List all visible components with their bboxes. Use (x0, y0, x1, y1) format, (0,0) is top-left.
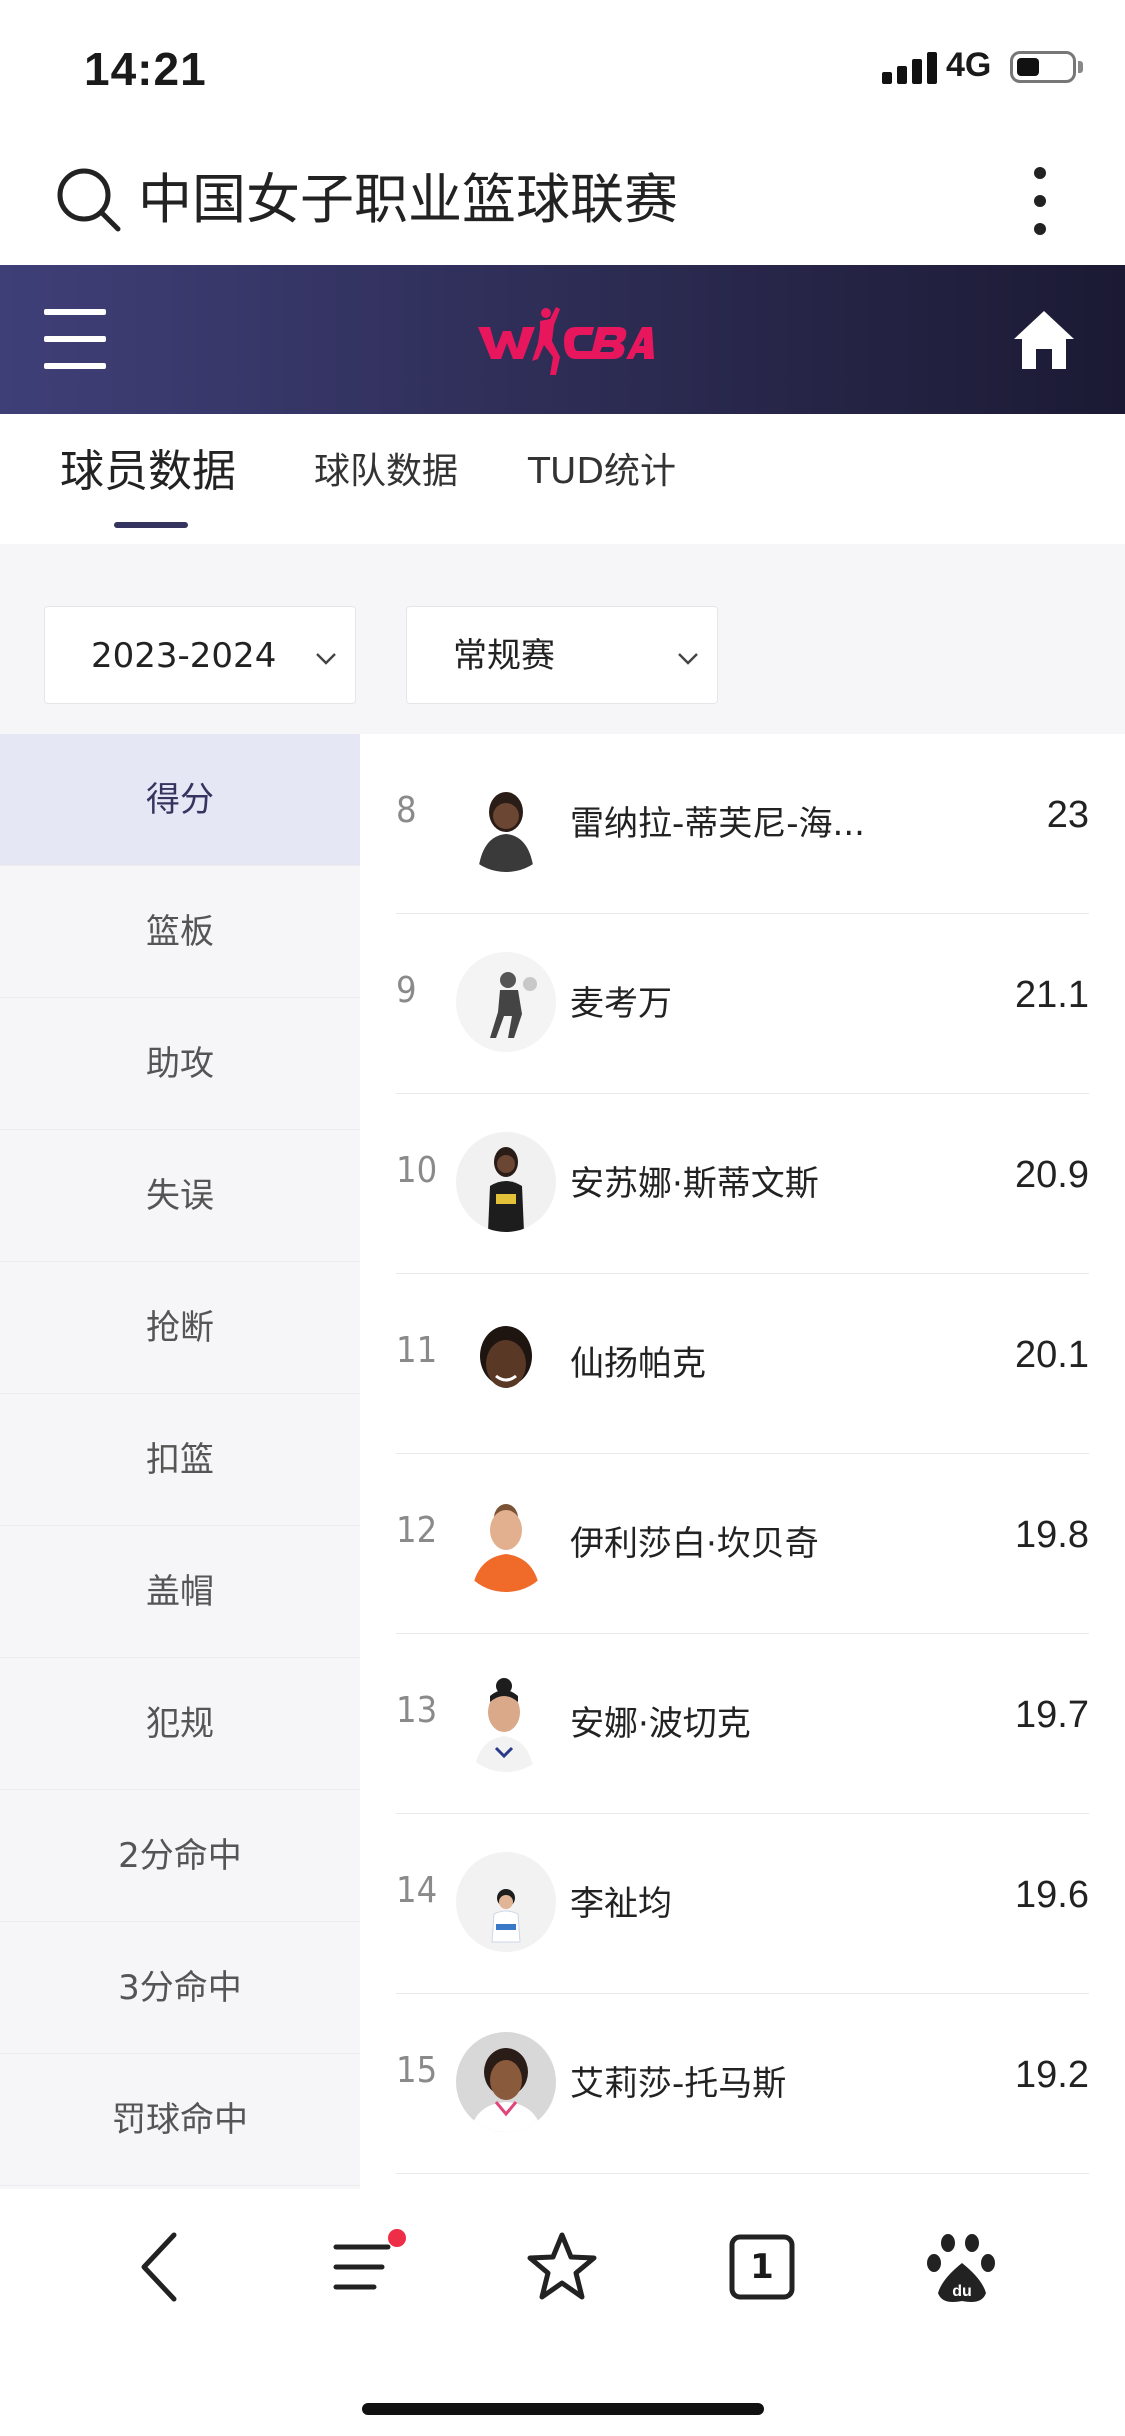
player-avatar (456, 952, 556, 1052)
stats-tabs: 球员数据 球队数据 TUD统计 (0, 414, 1125, 544)
player-avatar (456, 1492, 556, 1592)
rank-number: 9 (396, 970, 417, 1011)
stat-value: 19.8 (1015, 1514, 1089, 1556)
stat-value: 19.2 (1015, 2054, 1089, 2096)
category-blocks[interactable]: 盖帽 (0, 1526, 360, 1658)
hamburger-menu-icon[interactable] (44, 307, 106, 371)
rank-number: 8 (396, 790, 417, 831)
stat-value: 20.9 (1015, 1154, 1089, 1196)
chevron-down-icon (316, 653, 336, 665)
chevron-down-icon (678, 653, 698, 665)
rank-number: 10 (396, 1150, 438, 1191)
player-avatar (456, 1852, 556, 1952)
table-row[interactable]: 14 李祉均 19.6 (396, 1814, 1089, 1994)
player-name: 麦考万 (570, 984, 672, 1024)
home-icon[interactable] (1012, 309, 1076, 371)
rank-number: 14 (396, 1870, 438, 1911)
table-row[interactable]: 15 艾莉莎-托马斯 19.2 (396, 1994, 1089, 2174)
battery-tip (1078, 61, 1083, 73)
tab-player-stats[interactable]: 球员数据 (60, 442, 236, 502)
table-row[interactable]: 8 雷纳拉-蒂芙尼-海... 23 (396, 734, 1089, 914)
search-icon[interactable] (54, 165, 124, 235)
table-row[interactable]: 12 伊利莎白·坎贝奇 19.8 (396, 1454, 1089, 1634)
wcba-logo[interactable] (476, 301, 654, 381)
category-steals[interactable]: 抢断 (0, 1262, 360, 1394)
rank-number: 15 (396, 2050, 438, 2091)
player-avatar (456, 772, 556, 872)
notification-dot (388, 2229, 406, 2247)
site-header (0, 265, 1125, 414)
category-turnovers[interactable]: 失误 (0, 1130, 360, 1262)
search-input[interactable]: 中国女子职业篮球联赛 (138, 165, 678, 235)
star-icon[interactable] (522, 2227, 602, 2307)
table-row[interactable]: 10 安苏娜·斯蒂文斯 20.9 (396, 1094, 1089, 1274)
tab-tud-stats[interactable]: TUD统计 (528, 442, 676, 502)
filter-area: 2023-2024 常规赛 (0, 544, 1125, 734)
player-name: 艾莉莎-托马斯 (570, 2064, 787, 2104)
player-avatar (456, 1312, 556, 1412)
status-bar: 14:21 4G (0, 0, 1125, 135)
player-name: 雷纳拉-蒂芙尼-海... (570, 804, 865, 844)
season-select[interactable]: 2023-2024 (44, 606, 356, 704)
player-avatar (456, 1132, 556, 1232)
player-name: 安娜·波切克 (570, 1704, 751, 1744)
stat-value: 19.6 (1015, 1874, 1089, 1916)
more-options-icon[interactable] (1024, 163, 1056, 239)
category-assists[interactable]: 助攻 (0, 998, 360, 1130)
player-name: 李祉均 (570, 1884, 672, 1924)
tabs-button[interactable]: 1 (722, 2227, 802, 2307)
table-row[interactable]: 13 安娜·波切克 19.7 (396, 1634, 1089, 1814)
rank-number: 13 (396, 1690, 438, 1731)
category-ft-made[interactable]: 罚球命中 (0, 2054, 360, 2186)
category-dunks[interactable]: 扣篮 (0, 1394, 360, 1526)
category-points[interactable]: 得分 (0, 734, 360, 866)
player-name: 安苏娜·斯蒂文斯 (570, 1164, 819, 1204)
battery-icon (1010, 51, 1076, 83)
category-2pt-made[interactable]: 2分命中 (0, 1790, 360, 1922)
stat-value: 23 (1046, 794, 1089, 836)
network-type: 4G (946, 46, 992, 84)
baidu-icon[interactable]: du (922, 2227, 1002, 2307)
back-icon[interactable] (122, 2227, 202, 2307)
season-value: 2023-2024 (91, 636, 277, 676)
stat-value: 21.1 (1015, 974, 1089, 1016)
rank-number: 12 (396, 1510, 438, 1551)
tab-count: 1 (750, 2247, 774, 2287)
table-row[interactable]: 11 仙扬帕克 20.1 (396, 1274, 1089, 1454)
stat-value: 20.1 (1015, 1334, 1089, 1376)
tab-active-indicator (114, 522, 188, 528)
game-type-select[interactable]: 常规赛 (406, 606, 718, 704)
category-3pt-made[interactable]: 3分命中 (0, 1922, 360, 2054)
signal-icon (882, 50, 938, 84)
home-indicator (362, 2403, 764, 2415)
game-type-value: 常规赛 (453, 636, 555, 676)
browser-bottom-bar: 1 du (0, 2189, 1125, 2436)
table-row[interactable]: 9 麦考万 21.1 (396, 914, 1089, 1094)
ranking-list: 8 雷纳拉-蒂芙尼-海... 23 9 麦考万 21.1 10 安苏娜·斯蒂文斯… (360, 734, 1125, 2189)
rank-number: 11 (396, 1330, 438, 1371)
status-time: 14:21 (84, 43, 207, 95)
tab-team-stats[interactable]: 球队数据 (314, 442, 458, 502)
svg-text:du: du (952, 2283, 972, 2300)
player-name: 伊利莎白·坎贝奇 (570, 1524, 819, 1564)
stat-category-list: 得分 篮板 助攻 失误 抢断 扣篮 盖帽 犯规 2分命中 3分命中 罚球命中 (0, 734, 360, 2189)
player-avatar (456, 2032, 556, 2132)
category-fouls[interactable]: 犯规 (0, 1658, 360, 1790)
player-avatar (456, 1672, 556, 1772)
player-name: 仙扬帕克 (570, 1344, 706, 1384)
search-bar[interactable]: 中国女子职业篮球联赛 (0, 135, 1125, 265)
stat-value: 19.7 (1015, 1694, 1089, 1736)
category-rebounds[interactable]: 篮板 (0, 866, 360, 998)
